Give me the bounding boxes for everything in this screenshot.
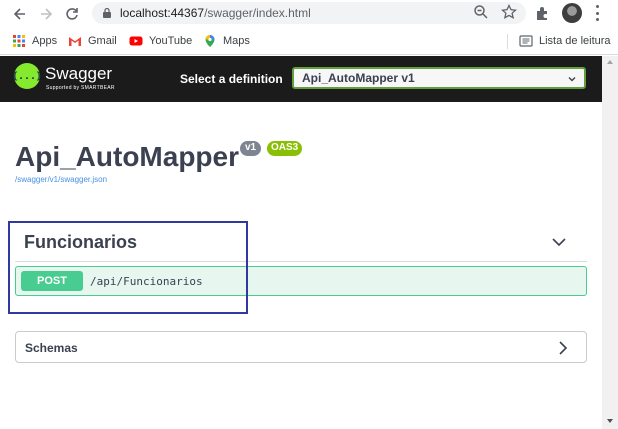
- reload-icon[interactable]: [62, 4, 82, 24]
- method-badge[interactable]: POST: [21, 271, 83, 291]
- lock-icon[interactable]: [101, 7, 113, 19]
- bookmark-gmail[interactable]: Gmail: [68, 33, 117, 49]
- bookmark-maps[interactable]: Maps: [203, 33, 250, 49]
- browser-toolbar: localhost:44367/swagger/index.html: [0, 0, 618, 27]
- back-arrow-icon[interactable]: [10, 4, 30, 24]
- api-title: Api_AutoMapper: [15, 141, 239, 172]
- reading-list[interactable]: Lista de leitura: [519, 33, 611, 49]
- url-path: /swagger/index.html: [204, 6, 311, 20]
- definition-select[interactable]: Api_AutoMapper v1: [292, 67, 586, 89]
- star-icon[interactable]: [501, 4, 517, 20]
- url-text: localhost:44367/swagger/index.html: [120, 6, 311, 20]
- bookmarks-divider: [507, 34, 508, 49]
- scroll-up-arrow-icon[interactable]: [607, 60, 613, 64]
- definition-selected-value: Api_AutoMapper v1: [302, 71, 415, 85]
- chevron-down-icon[interactable]: [551, 236, 567, 248]
- apps-grid-icon: [12, 34, 26, 48]
- definition-label: Select a definition: [180, 72, 283, 86]
- gmail-icon: [68, 34, 82, 48]
- swagger-logo-icon[interactable]: {...}: [12, 63, 42, 89]
- url-host: localhost:44367: [120, 6, 205, 20]
- forward-arrow-icon[interactable]: [36, 4, 56, 24]
- swagger-json-link[interactable]: /swagger/v1/swagger.json: [15, 175, 107, 184]
- page-scrollbar[interactable]: [602, 56, 618, 429]
- zoom-icon[interactable]: [473, 4, 489, 20]
- version-badge: v1: [240, 141, 262, 156]
- bookmark-label: Maps: [223, 35, 250, 47]
- profile-avatar[interactable]: [562, 3, 582, 23]
- reading-list-label: Lista de leitura: [539, 35, 611, 47]
- swagger-logo-subtitle: Supported by SMARTBEAR: [46, 85, 115, 91]
- reading-list-icon: [519, 34, 533, 48]
- tag-name[interactable]: Funcionarios: [24, 232, 137, 253]
- maps-pin-icon: [203, 34, 217, 48]
- chevron-down-icon: [568, 77, 576, 82]
- swagger-logo-text[interactable]: Swagger: [45, 64, 112, 84]
- tag-header-funcionarios[interactable]: Funcionarios: [15, 226, 587, 262]
- scroll-down-arrow-icon[interactable]: [607, 419, 613, 423]
- operation-path[interactable]: /api/Funcionarios: [90, 275, 203, 288]
- swagger-topbar: {...} Swagger Supported by SMARTBEAR Sel…: [0, 56, 602, 102]
- chevron-right-icon[interactable]: [557, 340, 569, 356]
- bookmark-label: Gmail: [88, 35, 117, 47]
- bookmark-apps[interactable]: Apps: [12, 33, 57, 49]
- browser-menu-icon[interactable]: [596, 5, 600, 21]
- address-bar[interactable]: localhost:44367/swagger/index.html: [92, 2, 526, 24]
- youtube-icon: [129, 34, 143, 48]
- bookmark-youtube[interactable]: YouTube: [129, 33, 192, 49]
- bookmark-label: Apps: [32, 35, 58, 47]
- bookmarks-bar: Apps Gmail YouTube Maps Lista de leitura: [0, 27, 618, 55]
- oas-badge: OAS3: [267, 141, 303, 156]
- schemas-section[interactable]: Schemas: [15, 331, 587, 363]
- operation-post-funcionarios[interactable]: POST /api/Funcionarios: [15, 266, 587, 296]
- bookmark-label: YouTube: [149, 35, 193, 47]
- schemas-label[interactable]: Schemas: [25, 341, 78, 355]
- extensions-puzzle-icon[interactable]: [534, 4, 552, 22]
